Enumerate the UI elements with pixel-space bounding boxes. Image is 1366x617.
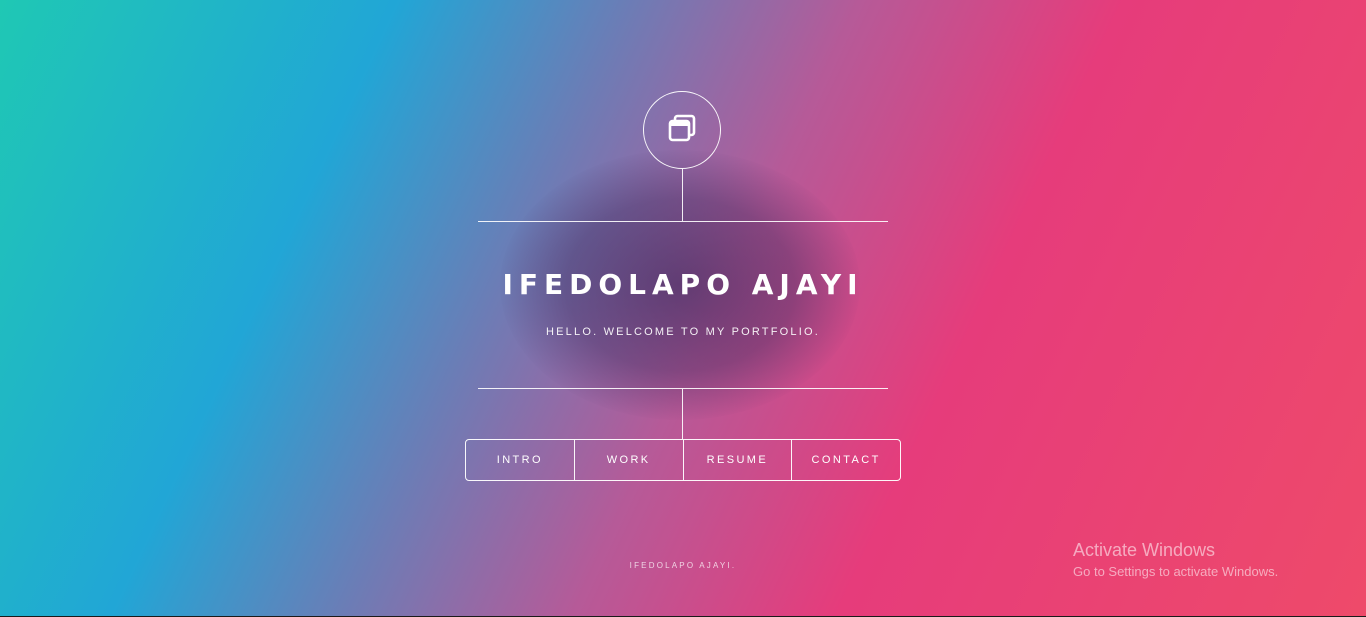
- page-title: IFEDOLAPO AJAYI: [502, 268, 864, 301]
- main-nav: INTRO WORK RESUME CONTACT: [465, 439, 901, 481]
- divider-top: [478, 221, 888, 222]
- window-stack-icon: [667, 113, 697, 148]
- nav-resume-link[interactable]: RESUME: [682, 440, 792, 480]
- nav-contact-link[interactable]: CONTACT: [791, 440, 900, 480]
- watermark-title: Activate Windows: [1073, 540, 1216, 560]
- connector-bottom: [682, 389, 683, 439]
- connector-top: [682, 169, 683, 221]
- watermark-subtitle: Go to Settings to activate Windows.: [1073, 564, 1279, 579]
- tagline: HELLO. WELCOME TO MY PORTFOLIO.: [546, 326, 820, 338]
- nav-intro-link[interactable]: INTRO: [466, 440, 574, 480]
- nav-work-link[interactable]: WORK: [573, 440, 683, 480]
- logo-badge: [643, 91, 721, 169]
- divider-bottom: [478, 388, 888, 389]
- footer-copyright: IFEDOLAPO AJAYI.: [629, 561, 737, 570]
- activate-windows-watermark: Activate Windows Go to Settings to activ…: [1073, 539, 1278, 581]
